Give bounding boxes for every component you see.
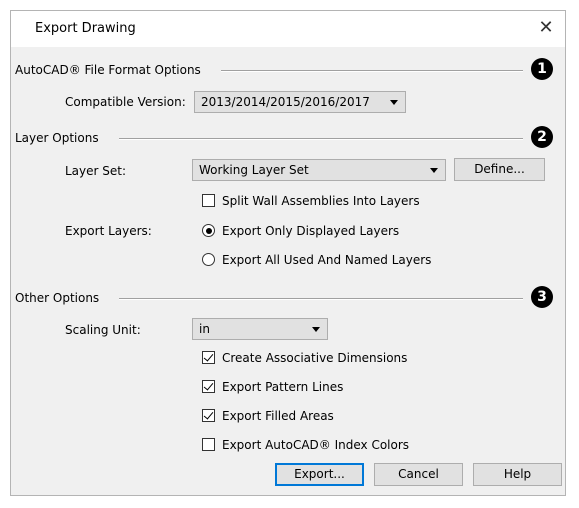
- chevron-down-icon: [390, 100, 398, 105]
- scaling-unit-label: Scaling Unit:: [65, 323, 141, 337]
- create-associative-dimensions-checkbox[interactable]: [202, 351, 215, 364]
- create-associative-dimensions-label[interactable]: Create Associative Dimensions: [222, 351, 407, 365]
- section-divider: [119, 138, 523, 140]
- export-filled-areas-label[interactable]: Export Filled Areas: [222, 409, 334, 423]
- export-pattern-lines-checkbox[interactable]: [202, 380, 215, 393]
- define-button[interactable]: Define...: [454, 158, 545, 181]
- other-section-header: Other Options: [15, 291, 535, 305]
- scaling-unit-value: in: [199, 322, 210, 336]
- layer-set-select[interactable]: Working Layer Set: [192, 159, 446, 181]
- help-button[interactable]: Help: [473, 463, 562, 486]
- callout-number-1: 1: [531, 58, 553, 80]
- close-icon[interactable]: ✕: [533, 15, 559, 41]
- export-displayed-layers-radio[interactable]: [202, 224, 215, 237]
- export-index-colors-checkbox[interactable]: [202, 438, 215, 451]
- chevron-down-icon: [312, 327, 320, 332]
- export-pattern-lines-label[interactable]: Export Pattern Lines: [222, 380, 343, 394]
- section-divider: [221, 70, 523, 72]
- compatible-version-select[interactable]: 2013/2014/2015/2016/2017: [194, 91, 406, 113]
- section-divider: [119, 298, 523, 300]
- export-all-layers-radio[interactable]: [202, 253, 215, 266]
- autocad-section-header: AutoCAD® File Format Options: [15, 63, 535, 77]
- export-button[interactable]: Export...: [275, 463, 364, 486]
- layer-section-label: Layer Options: [15, 131, 99, 145]
- dialog-title: Export Drawing: [35, 21, 136, 36]
- split-walls-label[interactable]: Split Wall Assemblies Into Layers: [222, 194, 420, 208]
- export-filled-areas-checkbox[interactable]: [202, 409, 215, 422]
- chevron-down-icon: [430, 168, 438, 173]
- split-walls-checkbox[interactable]: [202, 194, 215, 207]
- layer-section-header: Layer Options: [15, 131, 535, 145]
- autocad-section-label: AutoCAD® File Format Options: [15, 63, 201, 77]
- compatible-version-value: 2013/2014/2015/2016/2017: [201, 95, 370, 109]
- callout-number-2: 2: [531, 126, 553, 148]
- scaling-unit-select[interactable]: in: [192, 318, 328, 340]
- other-section-label: Other Options: [15, 291, 100, 305]
- export-layers-label: Export Layers:: [65, 224, 152, 238]
- cancel-button[interactable]: Cancel: [374, 463, 463, 486]
- callout-number-3: 3: [531, 286, 553, 308]
- layer-set-label: Layer Set:: [65, 164, 127, 178]
- title-bar: Export Drawing ✕: [11, 11, 565, 47]
- compatible-version-label: Compatible Version:: [65, 95, 186, 109]
- export-all-layers-label[interactable]: Export All Used And Named Layers: [222, 253, 431, 267]
- export-displayed-layers-label[interactable]: Export Only Displayed Layers: [222, 224, 399, 238]
- export-drawing-dialog: Export Drawing ✕ AutoCAD® File Format Op…: [10, 10, 566, 496]
- layer-set-value: Working Layer Set: [199, 163, 309, 177]
- export-index-colors-label[interactable]: Export AutoCAD® Index Colors: [222, 438, 409, 452]
